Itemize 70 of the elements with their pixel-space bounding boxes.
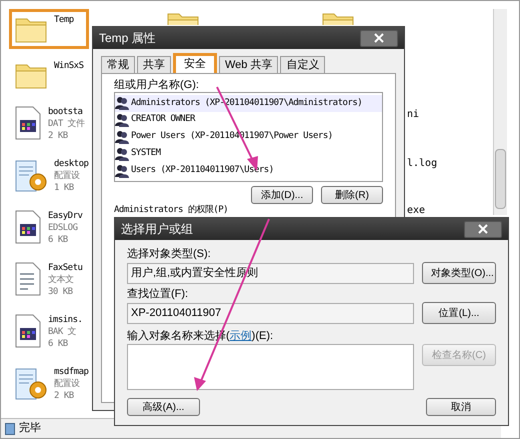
- file-item[interactable]: FaxSetu 文本文 30 KB: [9, 257, 89, 303]
- file-type: BAK 文: [48, 326, 78, 338]
- file-name: exe: [407, 204, 426, 218]
- close-icon[interactable]: [464, 220, 502, 238]
- file-type: 文本文: [48, 274, 74, 286]
- close-icon[interactable]: [360, 30, 398, 46]
- users-icon: [115, 164, 129, 178]
- file-name: l.log: [407, 157, 438, 171]
- file-size: 1 KB: [54, 182, 75, 194]
- users-icon: [115, 146, 129, 161]
- file-item[interactable]: WinSxS: [9, 55, 89, 95]
- folder-icon: [166, 13, 200, 25]
- advanced-button[interactable]: 高级(A)...: [127, 398, 200, 416]
- document-icon: [14, 106, 42, 140]
- field-label: Administrators 的权限(P): [114, 205, 228, 216]
- file-type: DAT 文件: [48, 118, 85, 130]
- users-icon: [115, 113, 129, 128]
- users-icon: [115, 130, 129, 144]
- file-name: WinSxS: [54, 60, 84, 72]
- page-icon: [5, 422, 15, 434]
- dialog-button[interactable]: 删除(R): [321, 186, 383, 204]
- dialog-button[interactable]: 对象类型(O)...: [422, 262, 496, 284]
- cancel-button[interactable]: 取消: [426, 398, 496, 416]
- field-label: )(E):: [252, 329, 274, 344]
- location-field: XP-201104011907: [127, 302, 414, 324]
- field-label: 组或用户名称(G):: [114, 78, 200, 92]
- object-names-field[interactable]: [127, 344, 414, 390]
- file-item[interactable]: bootsta DAT 文件 2 KB: [9, 101, 89, 147]
- status-text: 完毕: [19, 420, 41, 436]
- document-icon: [14, 210, 42, 244]
- field-label: 选择对象类型(S):: [127, 247, 212, 262]
- file-name: bootsta: [48, 106, 84, 118]
- tab[interactable]: 安全: [173, 53, 217, 73]
- window-title: 选择用户或组: [121, 221, 193, 238]
- dialog-button[interactable]: 位置(L)...: [422, 302, 496, 324]
- file-item[interactable]: msdfmap 配置设 2 KB: [9, 361, 89, 407]
- file-item[interactable]: Temp: [9, 9, 89, 49]
- file-size: 2 KB: [54, 390, 75, 402]
- document-icon: [14, 314, 42, 348]
- users-icon: [115, 96, 129, 110]
- file-size: 30 KB: [48, 286, 74, 298]
- tab[interactable]: 常规: [101, 56, 135, 73]
- settings-file-icon: [14, 158, 48, 194]
- tab[interactable]: 自定义: [280, 56, 326, 73]
- file-type: 配置设: [54, 378, 80, 390]
- file-size: 6 KB: [48, 234, 69, 246]
- examples-link[interactable]: 示例: [230, 328, 252, 344]
- file-item[interactable]: desktop 配置设 1 KB: [9, 153, 89, 199]
- file-size: 6 KB: [48, 338, 69, 350]
- file-type: EDSLOG: [48, 222, 79, 234]
- file-size: 2 KB: [48, 130, 69, 142]
- file-name: ni: [407, 108, 420, 122]
- scrollbar[interactable]: [493, 9, 507, 215]
- folder-icon: [321, 13, 355, 25]
- settings-file-icon: [14, 366, 48, 402]
- window-title: Temp 属性: [99, 30, 156, 47]
- tab[interactable]: Web 共享: [219, 56, 278, 73]
- file-name: EasyDrv: [48, 210, 82, 222]
- file-name: FaxSetu: [48, 262, 82, 274]
- text-file-icon: [14, 262, 42, 296]
- file-name: Temp: [54, 14, 74, 26]
- file-name: desktop: [54, 158, 88, 170]
- file-item[interactable]: imsins. BAK 文 6 KB: [9, 309, 89, 355]
- file-name: msdfmap: [54, 366, 88, 378]
- file-name: imsins.: [48, 314, 82, 326]
- tab[interactable]: 共享: [137, 56, 171, 73]
- file-item[interactable]: EasyDrv EDSLOG 6 KB: [9, 205, 89, 251]
- field-label: 查找位置(F):: [127, 287, 190, 302]
- dialog-button[interactable]: 添加(D)...: [251, 186, 313, 204]
- file-type: 配置设: [54, 170, 80, 182]
